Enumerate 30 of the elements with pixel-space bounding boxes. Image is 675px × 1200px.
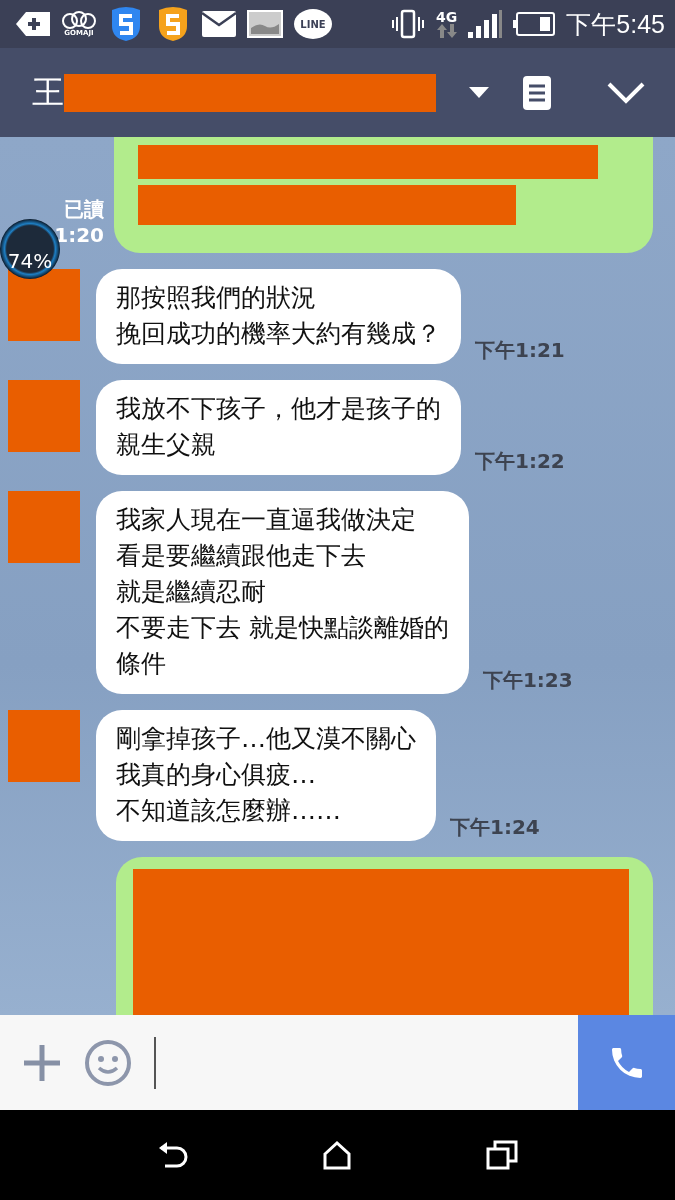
message-time: 下午1:21: [475, 337, 565, 364]
redacted-avatar: [8, 269, 80, 341]
redacted-avatar: [8, 710, 80, 782]
read-receipt: 已讀: [64, 196, 104, 223]
redacted-avatar: [8, 491, 80, 563]
plus-icon[interactable]: [22, 1042, 62, 1083]
recent-apps-icon[interactable]: [486, 1140, 519, 1170]
mail-icon: [202, 11, 236, 37]
received-message-bubble: 我家人現在一直逼我做決定 看是要繼續跟他走下去 就是繼續忍耐 不要走下去 就是快點談離婚的 條件: [96, 491, 469, 694]
network-indicator: 4G: [436, 10, 458, 38]
collapse-chevron-icon[interactable]: [607, 81, 645, 104]
clock-time: 下午5:45: [566, 8, 665, 40]
message-time: 下午1:22: [475, 448, 565, 475]
tag-plus-icon: [16, 10, 50, 38]
battery-icon: [513, 12, 556, 36]
home-icon[interactable]: [322, 1140, 353, 1170]
message-time: 下午1:23: [482, 667, 573, 694]
message-time: 下午1:24: [450, 814, 540, 841]
image-icon: [247, 10, 283, 38]
chat-title: 王: [32, 71, 64, 113]
vibrate-icon: [391, 9, 426, 39]
received-message-bubble: 我放不下孩子，他才是孩子的 親生父親: [96, 380, 461, 475]
redacted-avatar: [8, 380, 80, 452]
signal-icon: [468, 10, 503, 38]
notes-icon[interactable]: [523, 75, 551, 110]
emoji-icon[interactable]: [84, 1038, 132, 1087]
received-message-bubble: 剛拿掉孩子…他又漠不關心 我真的身心俱疲… 不知道該怎麼辦……: [96, 710, 436, 841]
dropdown-caret-icon[interactable]: [469, 86, 489, 99]
received-message-bubble: 那按照我們的狀況 挽回成功的機率大約有幾成？: [96, 269, 461, 364]
call-button[interactable]: [578, 1015, 675, 1110]
